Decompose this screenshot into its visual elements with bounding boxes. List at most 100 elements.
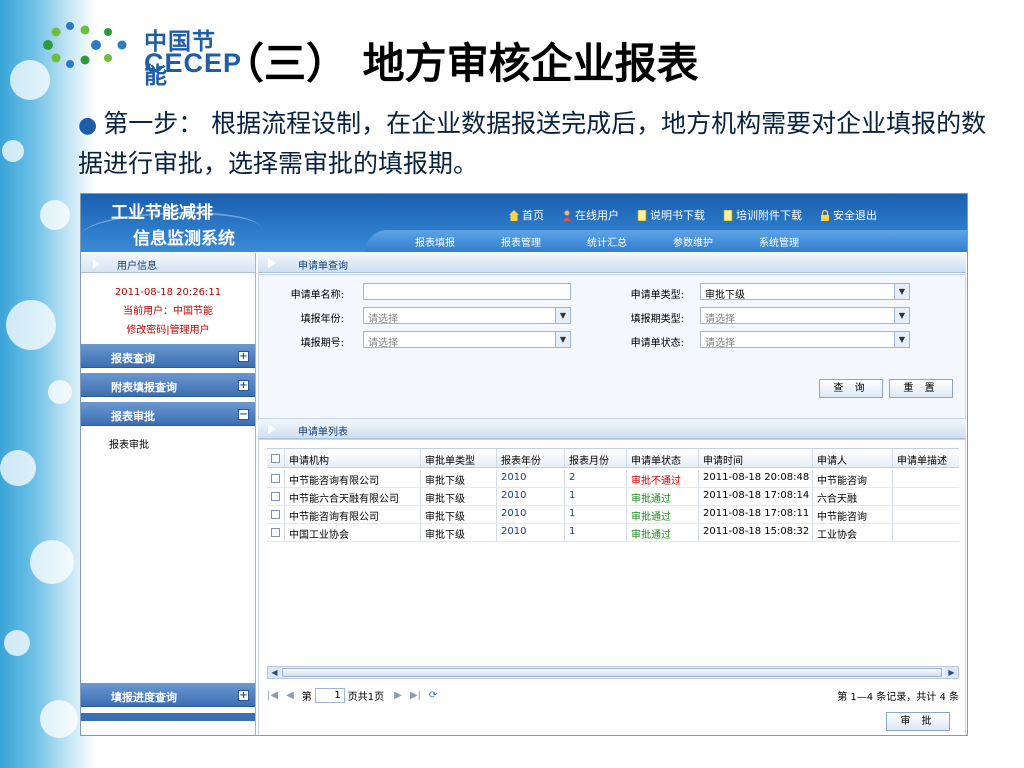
decor-bubble xyxy=(2,140,24,162)
app-header: 工业节能减排 信息监测系统 首页 在线用户 说明书下载 培训附件下载 安全退出 xyxy=(81,194,967,252)
cell-org: 中节能咨询有限公司 xyxy=(285,470,421,487)
column-header[interactable]: 申请时间 xyxy=(699,449,813,467)
year-label: 填报年份: xyxy=(300,314,344,325)
next-page-icon[interactable]: ▶ xyxy=(394,690,402,701)
nav-report-manage[interactable]: 报表管理 xyxy=(501,234,587,249)
row-select-cell[interactable] xyxy=(267,524,285,541)
pager-prefix: 第 xyxy=(301,691,312,703)
name-input[interactable] xyxy=(363,283,571,300)
row-checkbox[interactable] xyxy=(271,528,280,537)
nav-system[interactable]: 系统管理 xyxy=(759,234,845,249)
column-header[interactable]: 申请单描述 xyxy=(893,449,959,467)
scroll-left-icon[interactable]: ◀ xyxy=(268,667,281,678)
cell-time: 2011-08-18 17:08:11 xyxy=(699,506,813,523)
sidebar-section-label: 附表填报查询 xyxy=(111,381,177,394)
cell-type: 审批下级 xyxy=(421,524,497,541)
cell-type: 审批下级 xyxy=(421,506,497,523)
collapse-icon[interactable]: − xyxy=(238,409,249,420)
cell-year: 2010 xyxy=(497,470,565,487)
column-header[interactable]: 报表年份 xyxy=(497,449,565,467)
column-header[interactable]: 审批单类型 xyxy=(421,449,497,467)
sidebar-item-report-approval[interactable]: 报表审批 xyxy=(109,436,149,451)
row-checkbox[interactable] xyxy=(271,474,280,483)
expand-icon[interactable]: + xyxy=(238,351,249,362)
account-links[interactable]: 修改密码|管理用户 xyxy=(81,321,255,340)
logo-dots-icon xyxy=(43,22,127,68)
type-select-value: 审批下级 xyxy=(705,290,745,301)
login-datetime: 2011-08-18 20:26:11 xyxy=(114,287,222,298)
column-header[interactable]: 申请人 xyxy=(813,449,893,467)
status-select[interactable]: 请选择 ▼ xyxy=(700,331,910,349)
row-select-cell[interactable] xyxy=(267,506,285,523)
type-select[interactable]: 审批下级 ▼ xyxy=(700,283,910,301)
first-page-icon[interactable]: |◀ xyxy=(267,690,278,701)
table-row[interactable]: 中节能咨询有限公司 审批下级 2010 2 审批不通过 2011-08-18 2… xyxy=(267,470,959,488)
column-header[interactable]: 报表月份 xyxy=(565,449,627,467)
top-link-home[interactable]: 首页 xyxy=(509,207,544,223)
period-type-select[interactable]: 请选择 ▼ xyxy=(700,307,910,325)
query-panel-title: 申请单查询 xyxy=(298,261,348,272)
slide-title: （三） 地方审核企业报表 xyxy=(222,39,699,88)
reset-button[interactable]: 重 置 xyxy=(889,379,953,398)
column-header[interactable]: 申请机构 xyxy=(285,449,421,467)
row-select-cell[interactable] xyxy=(267,488,285,505)
document-icon xyxy=(723,209,733,221)
home-icon xyxy=(509,209,519,221)
chevron-down-icon[interactable]: ▼ xyxy=(894,308,909,323)
decor-bubble xyxy=(48,380,72,404)
expand-icon[interactable]: + xyxy=(238,380,249,391)
sidebar-section-attachment-query[interactable]: 附表填报查询 + xyxy=(81,373,255,397)
search-button[interactable]: 查 询 xyxy=(819,379,883,398)
cell-desc xyxy=(893,524,959,541)
row-checkbox[interactable] xyxy=(271,510,280,519)
period-select[interactable]: 请选择 ▼ xyxy=(363,331,571,349)
refresh-icon[interactable]: ⟳ xyxy=(429,690,437,701)
table-row[interactable]: 中国工业协会 审批下级 2010 1 审批通过 2011-08-18 15:08… xyxy=(267,524,959,542)
top-link-online-users[interactable]: 在线用户 xyxy=(562,207,619,223)
expand-icon[interactable]: + xyxy=(238,690,249,701)
cell-org: 中国工业协会 xyxy=(285,524,421,541)
table-row[interactable]: 中节能咨询有限公司 审批下级 2010 1 审批通过 2011-08-18 17… xyxy=(267,506,959,524)
cecep-logo: 中国节能 CECEP xyxy=(38,18,241,89)
scrollbar-thumb[interactable] xyxy=(282,668,942,677)
top-link-training-download[interactable]: 培训附件下载 xyxy=(723,207,802,223)
sidebar-section-progress-query[interactable]: 填报进度查询 + xyxy=(81,683,255,707)
year-select[interactable]: 请选择 ▼ xyxy=(363,307,571,325)
nav-statistics[interactable]: 统计汇总 xyxy=(587,234,673,249)
cell-applicant: 六合天融 xyxy=(813,488,893,505)
top-link-logout[interactable]: 安全退出 xyxy=(820,207,877,223)
top-link-manual-download[interactable]: 说明书下载 xyxy=(637,207,705,223)
cell-desc xyxy=(893,506,959,523)
select-all-cell[interactable] xyxy=(267,449,285,467)
app-logo-line1: 工业节能减排 xyxy=(111,203,213,223)
pager-summary: 第 1—4 条记录，共计 4 条 xyxy=(837,691,959,703)
sidebar-section-report-query[interactable]: 报表查询 + xyxy=(81,344,255,368)
top-link-label: 首页 xyxy=(522,209,544,222)
pager-suffix: 页共1页 xyxy=(347,691,385,703)
scroll-right-icon[interactable]: ▶ xyxy=(945,667,958,678)
cell-time: 2011-08-18 15:08:32 xyxy=(699,524,813,541)
cell-month: 1 xyxy=(565,524,627,541)
chevron-down-icon[interactable]: ▼ xyxy=(894,332,909,347)
decor-bubble xyxy=(40,700,78,738)
nav-report-fill[interactable]: 报表填报 xyxy=(415,234,501,249)
cell-status: 审批通过 xyxy=(627,524,699,541)
horizontal-scrollbar[interactable]: ◀ ▶ xyxy=(267,666,959,679)
last-page-icon[interactable]: ▶| xyxy=(410,690,421,701)
prev-page-icon[interactable]: ◀ xyxy=(286,690,294,701)
chevron-down-icon[interactable]: ▼ xyxy=(894,284,909,299)
row-select-cell[interactable] xyxy=(267,470,285,487)
user-info-header: 用户信息 xyxy=(81,253,255,273)
page-number-input[interactable]: 1 xyxy=(314,687,345,703)
row-checkbox[interactable] xyxy=(271,492,280,501)
table-row[interactable]: 中节能六合天融有限公司 审批下级 2010 1 审批通过 2011-08-18 … xyxy=(267,488,959,506)
approve-button[interactable]: 审 批 xyxy=(886,712,950,731)
list-panel: 申请机构 审批单类型 报表年份 报表月份 申请单状态 申请时间 申请人 申请单描… xyxy=(258,439,966,735)
chevron-down-icon[interactable]: ▼ xyxy=(555,332,570,347)
chevron-down-icon[interactable]: ▼ xyxy=(555,308,570,323)
status-select-value: 请选择 xyxy=(705,338,735,349)
select-all-checkbox[interactable] xyxy=(271,454,280,463)
sidebar-section-report-approval[interactable]: 报表审批 − xyxy=(81,402,255,426)
nav-parameters[interactable]: 参数维护 xyxy=(673,234,759,249)
column-header[interactable]: 申请单状态 xyxy=(627,449,699,467)
